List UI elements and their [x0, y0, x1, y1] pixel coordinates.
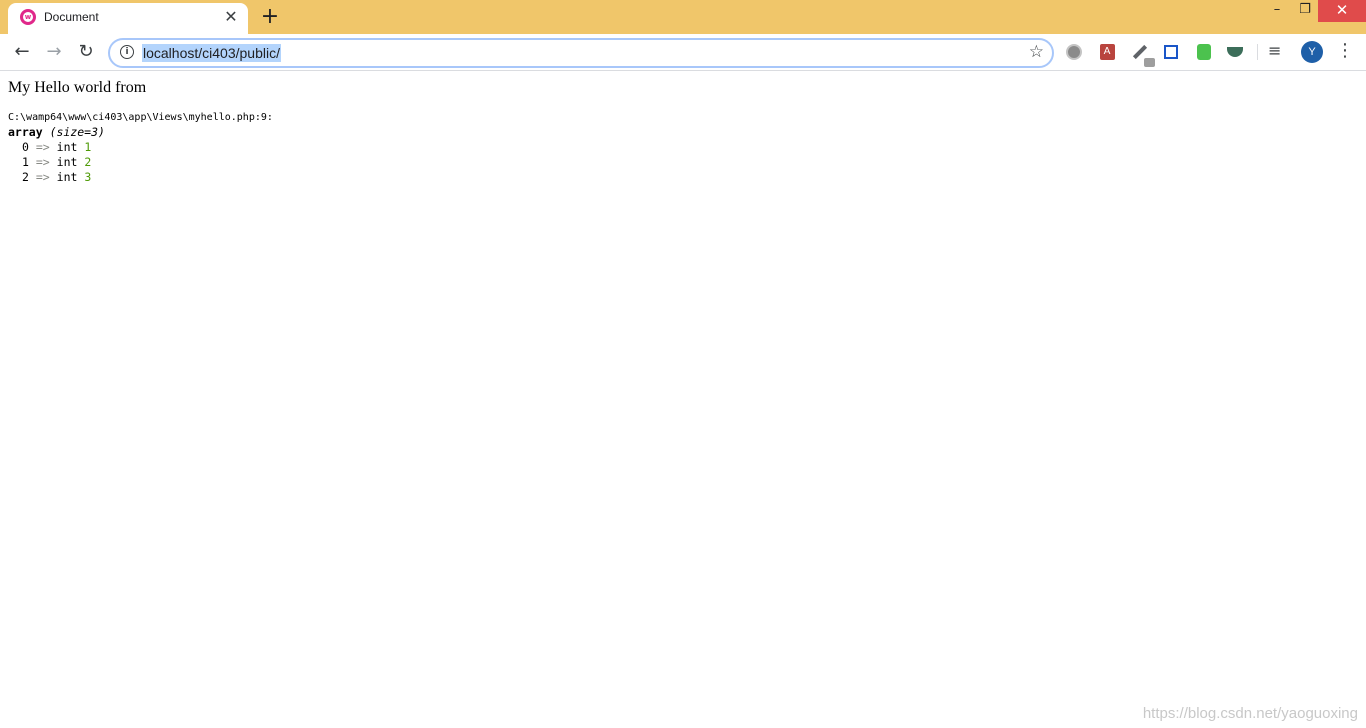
url-text[interactable]: localhost/ci403/public/ [142, 44, 281, 62]
toolbar-divider [1257, 44, 1258, 60]
dump-value: 2 [84, 155, 92, 169]
back-button[interactable]: ← [8, 38, 36, 66]
dump-type: int [56, 170, 78, 184]
screen-capture-icon[interactable] [1065, 43, 1083, 61]
address-bar[interactable]: i localhost/ci403/public/ ☆ [108, 38, 1054, 68]
pdf-icon[interactable]: A [1098, 43, 1116, 61]
dump-type: int [56, 140, 78, 154]
tab-close-icon[interactable]: ✕ [222, 8, 240, 26]
dump-arrow: => [35, 140, 50, 154]
dump-key: 2 [22, 170, 29, 184]
dump-row: 2 => int 3 [8, 170, 273, 185]
page-content: My Hello world from C:\wamp64\www\ci403\… [8, 79, 273, 185]
dump-size: (size=3) [49, 125, 105, 139]
dump-array-header: array (size=3) [8, 125, 273, 140]
page-heading: My Hello world from [8, 79, 147, 96]
bird-extension-icon[interactable] [1226, 43, 1244, 61]
tab-document[interactable]: w Document ✕ [8, 3, 248, 34]
dump-type-keyword: array [8, 125, 43, 139]
dump-key: 1 [22, 155, 29, 169]
dump-file-path: C:\wamp64\www\ci403\app\Views\myhello.ph… [8, 112, 273, 123]
forward-button[interactable]: → [40, 38, 68, 66]
green-extension-icon[interactable] [1195, 43, 1213, 61]
dump-arrow: => [35, 170, 50, 184]
dump-row: 1 => int 2 [8, 155, 273, 170]
restore-button[interactable]: ❐ [1290, 0, 1320, 22]
site-info-icon[interactable]: i [120, 45, 134, 59]
title-bar: w Document ✕ + – ❐ ✕ [0, 0, 1366, 34]
profile-avatar[interactable]: Y [1301, 41, 1323, 63]
tab-title: Document [44, 10, 99, 24]
dump-key: 0 [22, 140, 29, 154]
new-tab-button[interactable]: + [258, 6, 282, 28]
close-window-button[interactable]: ✕ [1318, 0, 1366, 22]
browser-toolbar: ← → ↻ i localhost/ci403/public/ ☆ A ≡ Y … [0, 34, 1366, 71]
crop-icon[interactable] [1162, 43, 1180, 61]
watermark: https://blog.csdn.net/yaoguoxing [1142, 705, 1358, 722]
bookmark-star-icon[interactable]: ☆ [1029, 42, 1044, 62]
dump-type: int [56, 155, 78, 169]
reload-button[interactable]: ↻ [72, 38, 100, 66]
var-dump: C:\wamp64\www\ci403\app\Views\myhello.ph… [8, 110, 273, 185]
eyedropper-icon[interactable] [1131, 43, 1155, 67]
dump-arrow: => [35, 155, 50, 169]
dump-value: 1 [84, 140, 92, 154]
dump-value: 3 [84, 170, 92, 184]
wamp-favicon-icon: w [20, 9, 36, 25]
media-control-icon[interactable]: ≡ [1268, 41, 1281, 60]
minimize-button[interactable]: – [1262, 0, 1292, 22]
dump-row: 0 => int 1 [8, 140, 273, 155]
chrome-menu-icon[interactable]: ⋮ [1336, 40, 1354, 62]
